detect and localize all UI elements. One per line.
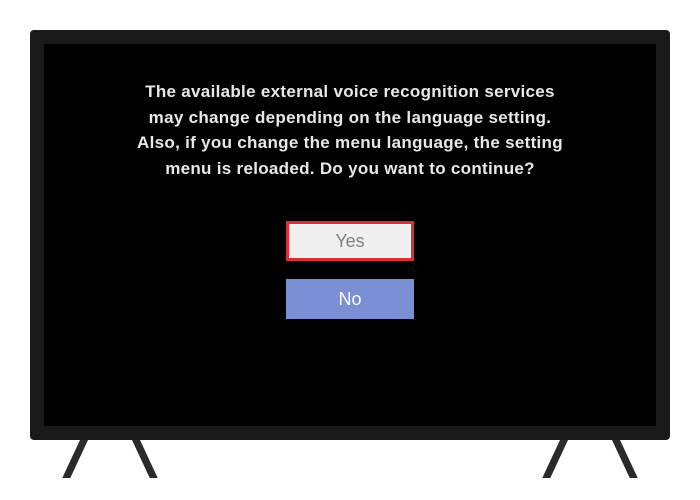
tv-screen: The available external voice recognition… xyxy=(44,44,656,426)
tv-stand-right xyxy=(560,440,620,478)
button-container: Yes No xyxy=(286,221,414,319)
yes-button[interactable]: Yes xyxy=(286,221,414,261)
dialog-message: The available external voice recognition… xyxy=(110,79,590,181)
tv-frame: The available external voice recognition… xyxy=(30,30,670,440)
no-button[interactable]: No xyxy=(286,279,414,319)
tv-stand-left xyxy=(80,440,140,478)
